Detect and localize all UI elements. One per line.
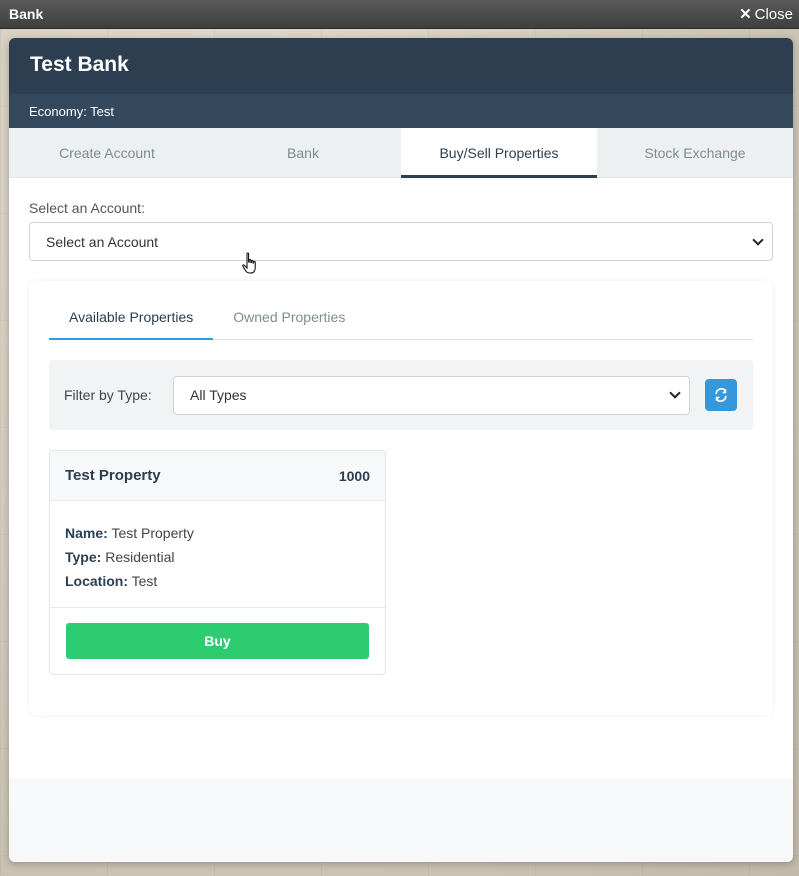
property-title: Test Property xyxy=(65,467,161,484)
filter-bar: Filter by Type: All Types xyxy=(49,360,753,430)
property-location-row: Location: Test xyxy=(65,569,370,593)
buy-button[interactable]: Buy xyxy=(66,623,369,659)
main-tabs: Create Account Bank Buy/Sell Properties … xyxy=(9,128,793,178)
filter-label: Filter by Type: xyxy=(64,387,152,403)
close-icon: ✕ xyxy=(739,6,752,23)
property-type-value: Residential xyxy=(105,549,175,565)
type-filter-value: All Types xyxy=(190,387,247,403)
chevron-down-icon xyxy=(752,233,764,246)
tab-content: Select an Account: Select an Account Ava… xyxy=(9,178,793,778)
account-select-label: Select an Account: xyxy=(29,200,145,216)
chevron-down-icon xyxy=(669,387,681,399)
property-type-label: Type: xyxy=(65,549,102,565)
close-label: Close xyxy=(754,5,793,23)
tab-bank[interactable]: Bank xyxy=(205,128,401,177)
account-select-value: Select an Account xyxy=(46,233,159,250)
refresh-button[interactable] xyxy=(705,379,737,411)
properties-panel: Available Properties Owned Properties Fi… xyxy=(29,281,773,715)
type-filter-select[interactable]: All Types xyxy=(173,375,690,415)
tab-available-properties[interactable]: Available Properties xyxy=(49,299,214,340)
property-type-row: Type: Residential xyxy=(65,545,370,569)
tab-buy-sell-properties[interactable]: Buy/Sell Properties xyxy=(401,128,597,178)
economy-label: Economy: Test xyxy=(9,94,793,128)
tab-owned-properties[interactable]: Owned Properties xyxy=(213,299,365,339)
property-name-value: Test Property xyxy=(111,525,194,541)
property-tabs: Available Properties Owned Properties xyxy=(49,299,753,340)
modal-header: Test Bank xyxy=(9,38,793,94)
property-card-header: Test Property 1000 xyxy=(50,451,385,501)
refresh-icon xyxy=(715,388,727,402)
property-name-label: Name: xyxy=(65,525,108,541)
page-title: Test Bank xyxy=(30,53,129,76)
property-card: Test Property 1000 Name: Test Property T… xyxy=(49,450,386,675)
property-location-label: Location: xyxy=(65,573,128,589)
window-titlebar: Bank ✕ Close xyxy=(0,0,799,29)
account-select[interactable]: Select an Account xyxy=(29,222,773,261)
close-button[interactable]: ✕ Close xyxy=(739,5,793,24)
tab-create-account[interactable]: Create Account xyxy=(9,128,205,177)
property-price: 1000 xyxy=(338,467,370,484)
window-title: Bank xyxy=(9,6,44,22)
property-location-value: Test xyxy=(131,573,158,589)
property-name-row: Name: Test Property xyxy=(65,521,370,545)
tab-stock-exchange[interactable]: Stock Exchange xyxy=(597,128,793,177)
property-card-footer: Buy xyxy=(50,608,385,674)
bank-modal: Test Bank Economy: Test Create Account B… xyxy=(9,38,793,862)
property-details: Name: Test Property Type: Residential Lo… xyxy=(50,501,385,608)
